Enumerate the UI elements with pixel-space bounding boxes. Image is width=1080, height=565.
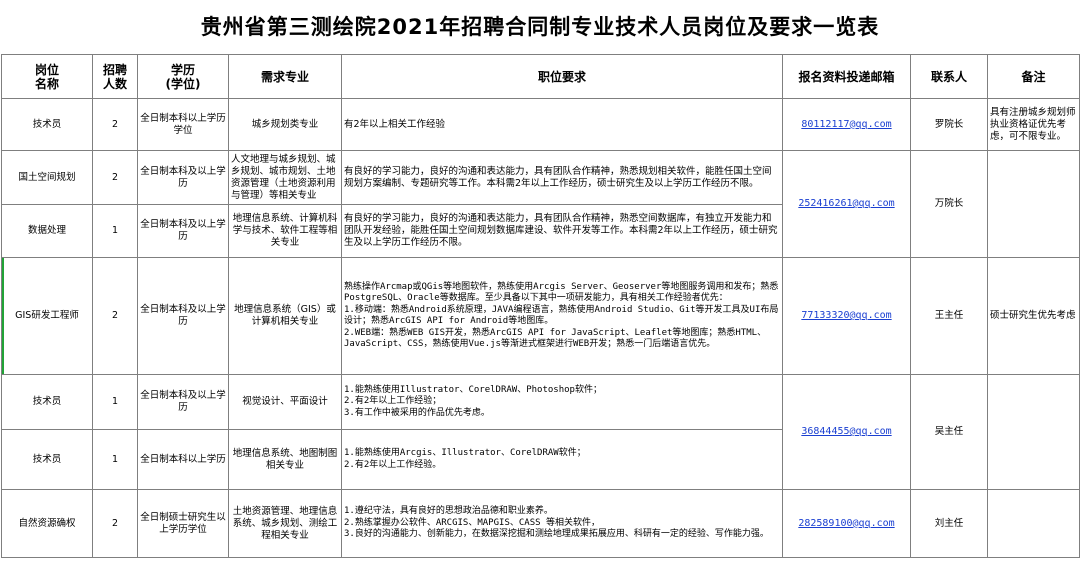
- header-row: 岗位 名称 招聘 人数 学历 (学位) 需求专业 职位要求 报名资料投递邮箱 联…: [1, 54, 1080, 99]
- cell-edu: 全日制本科及以上学历: [137, 150, 229, 205]
- email-link[interactable]: 252416261@qq.com: [798, 198, 894, 209]
- cell-note: [987, 374, 1080, 490]
- cell-edu: 全日制本科及以上学历: [137, 374, 229, 430]
- cell-edu: 全日制本科及以上学历: [137, 257, 229, 375]
- header-req: 职位要求: [341, 54, 783, 99]
- cell-req: 熟练操作Arcmap或QGis等地图软件，熟练使用Arcgis Server、G…: [341, 257, 783, 375]
- email-link[interactable]: 80112117@qq.com: [801, 119, 891, 130]
- recruitment-table: 岗位 名称 招聘 人数 学历 (学位) 需求专业 职位要求 报名资料投递邮箱 联…: [1, 54, 1080, 558]
- cell-contact: 吴主任: [910, 374, 988, 490]
- cell-major: 地理信息系统、地图制图相关专业: [228, 429, 342, 490]
- header-major: 需求专业: [228, 54, 342, 99]
- cell-note: 硕士研究生优先考虑: [987, 257, 1080, 375]
- cell-edu: 全日制本科以上学历学位: [137, 98, 229, 151]
- cell-req: 1.能熟练使用Arcgis、Illustrator、CorelDRAW软件； 2…: [341, 429, 783, 490]
- cell-note: 具有注册城乡规划师执业资格证优先考虑，可不限专业。: [987, 98, 1080, 151]
- cell-post: 国土空间规划: [1, 150, 93, 205]
- cell-req: 有良好的学习能力，良好的沟通和表达能力，具有团队合作精神，熟悉规划相关软件，能胜…: [341, 150, 783, 205]
- cell-count: 2: [92, 98, 138, 151]
- table-row: 技术员 1 全日制本科及以上学历 视觉设计、平面设计 1.能熟练使用Illust…: [1, 374, 1080, 490]
- email-link[interactable]: 36844455@qq.com: [801, 426, 891, 437]
- cell-note: [987, 150, 1080, 258]
- cell-email: 252416261@qq.com: [782, 150, 911, 258]
- cell-post: 数据处理: [1, 204, 93, 258]
- email-link[interactable]: 282589100@qq.com: [798, 518, 894, 529]
- table-row: GIS研发工程师 2 全日制本科及以上学历 地理信息系统（GIS）或计算机相关专…: [1, 257, 1080, 375]
- header-contact: 联系人: [910, 54, 988, 99]
- cell-count: 1: [92, 429, 138, 490]
- cell-post: 技术员: [1, 98, 93, 151]
- cell-count: 2: [92, 257, 138, 375]
- table-row: 技术员 2 全日制本科以上学历学位 城乡规划类专业 有2年以上相关工作经验 80…: [1, 98, 1080, 151]
- cell-major: 地理信息系统、计算机科学与技术、软件工程等相关专业: [228, 204, 342, 258]
- cell-edu: 全日制本科以上学历: [137, 429, 229, 490]
- cell-email: 80112117@qq.com: [782, 98, 911, 151]
- cell-edu: 全日制本科及以上学历: [137, 204, 229, 258]
- cell-count: 1: [92, 374, 138, 430]
- cell-major: 土地资源管理、地理信息系统、城乡规划、测绘工程相关专业: [228, 489, 342, 558]
- cell-note: [987, 489, 1080, 558]
- cell-contact: 刘主任: [910, 489, 988, 558]
- cell-email: 36844455@qq.com: [782, 374, 911, 490]
- cell-edu: 全日制硕士研究生以上学历学位: [137, 489, 229, 558]
- cell-contact: 王主任: [910, 257, 988, 375]
- cell-major: 人文地理与城乡规划、城乡规划、城市规划、土地资源管理（土地资源利用与管理）等相关…: [228, 150, 342, 205]
- header-post: 岗位 名称: [1, 54, 93, 99]
- email-link[interactable]: 77133320@qq.com: [801, 310, 891, 321]
- header-email: 报名资料投递邮箱: [782, 54, 911, 99]
- cell-post: 技术员: [1, 429, 93, 490]
- header-edu: 学历 (学位): [137, 54, 229, 99]
- cell-req: 1.遵纪守法，具有良好的思想政治品德和职业素养。 2.熟练掌握办公软件、ARCG…: [341, 489, 783, 558]
- header-count: 招聘 人数: [92, 54, 138, 99]
- cell-contact: 罗院长: [910, 98, 988, 151]
- header-note: 备注: [987, 54, 1080, 99]
- cell-major: 城乡规划类专业: [228, 98, 342, 151]
- cell-post: 自然资源确权: [1, 489, 93, 558]
- cell-req: 有2年以上相关工作经验: [341, 98, 783, 151]
- cell-count: 2: [92, 489, 138, 558]
- cell-major: 地理信息系统（GIS）或计算机相关专业: [228, 257, 342, 375]
- cell-post: GIS研发工程师: [1, 257, 93, 375]
- cell-major: 视觉设计、平面设计: [228, 374, 342, 430]
- cell-post: 技术员: [1, 374, 93, 430]
- cell-count: 2: [92, 150, 138, 205]
- page-title: 贵州省第三测绘院2021年招聘合同制专业技术人员岗位及要求一览表: [200, 15, 880, 39]
- cell-email: 282589100@qq.com: [782, 489, 911, 558]
- table-row: 自然资源确权 2 全日制硕士研究生以上学历学位 土地资源管理、地理信息系统、城乡…: [1, 489, 1080, 558]
- cell-req: 有良好的学习能力，良好的沟通和表达能力，具有团队合作精神，熟悉空间数据库，有独立…: [341, 204, 783, 258]
- cell-count: 1: [92, 204, 138, 258]
- table-row: 国土空间规划 2 全日制本科及以上学历 人文地理与城乡规划、城乡规划、城市规划、…: [1, 150, 1080, 258]
- cell-contact: 万院长: [910, 150, 988, 258]
- cell-email: 77133320@qq.com: [782, 257, 911, 375]
- cell-req: 1.能熟练使用Illustrator、CorelDRAW、Photoshop软件…: [341, 374, 783, 430]
